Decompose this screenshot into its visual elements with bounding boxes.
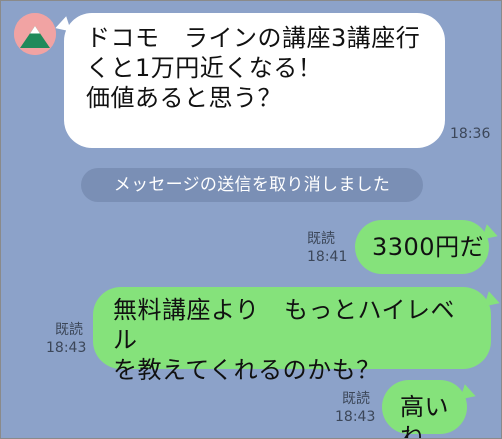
outgoing-message-bubble[interactable]: 無料講座より もっとハイレベル を教えてくれるのかも？ [93, 287, 491, 384]
message-timestamp: 18:41 [307, 249, 348, 265]
message-text: 高いね [400, 393, 449, 439]
outgoing-message-bubble[interactable]: 3300円だ [355, 220, 489, 274]
read-receipt: 既読 [342, 391, 370, 407]
avatar[interactable] [14, 13, 56, 55]
unsent-message-notice: メッセージの送信を取り消しました [81, 168, 423, 202]
message-status: 既読 18:43 [335, 390, 375, 426]
message-status: 既読 18:41 [307, 230, 347, 266]
read-receipt: 既読 [307, 231, 335, 247]
incoming-message-bubble[interactable]: ドコモ ラインの講座3講座行 くと1万円近くなる！ 価値あると思う？ [64, 13, 445, 148]
outgoing-message-bubble[interactable]: 高いね [382, 380, 467, 438]
message-timestamp: 18:36 [450, 126, 491, 142]
message-text: 無料講座より もっとハイレベル を教えてくれるのかも？ [113, 296, 456, 384]
mountain-icon [14, 13, 56, 55]
message-timestamp: 18:43 [335, 409, 376, 425]
message-timestamp: 18:43 [46, 340, 87, 356]
read-receipt: 既読 [55, 322, 83, 338]
message-text: 3300円だ [372, 233, 485, 261]
message-status: 既読 18:43 [46, 321, 86, 357]
message-text: ドコモ ラインの講座3講座行 くと1万円近くなる！ 価値あると思う？ [86, 24, 421, 112]
chat-area[interactable]: ドコモ ラインの講座3講座行 くと1万円近くなる！ 価値あると思う？ 18:36… [0, 0, 502, 439]
